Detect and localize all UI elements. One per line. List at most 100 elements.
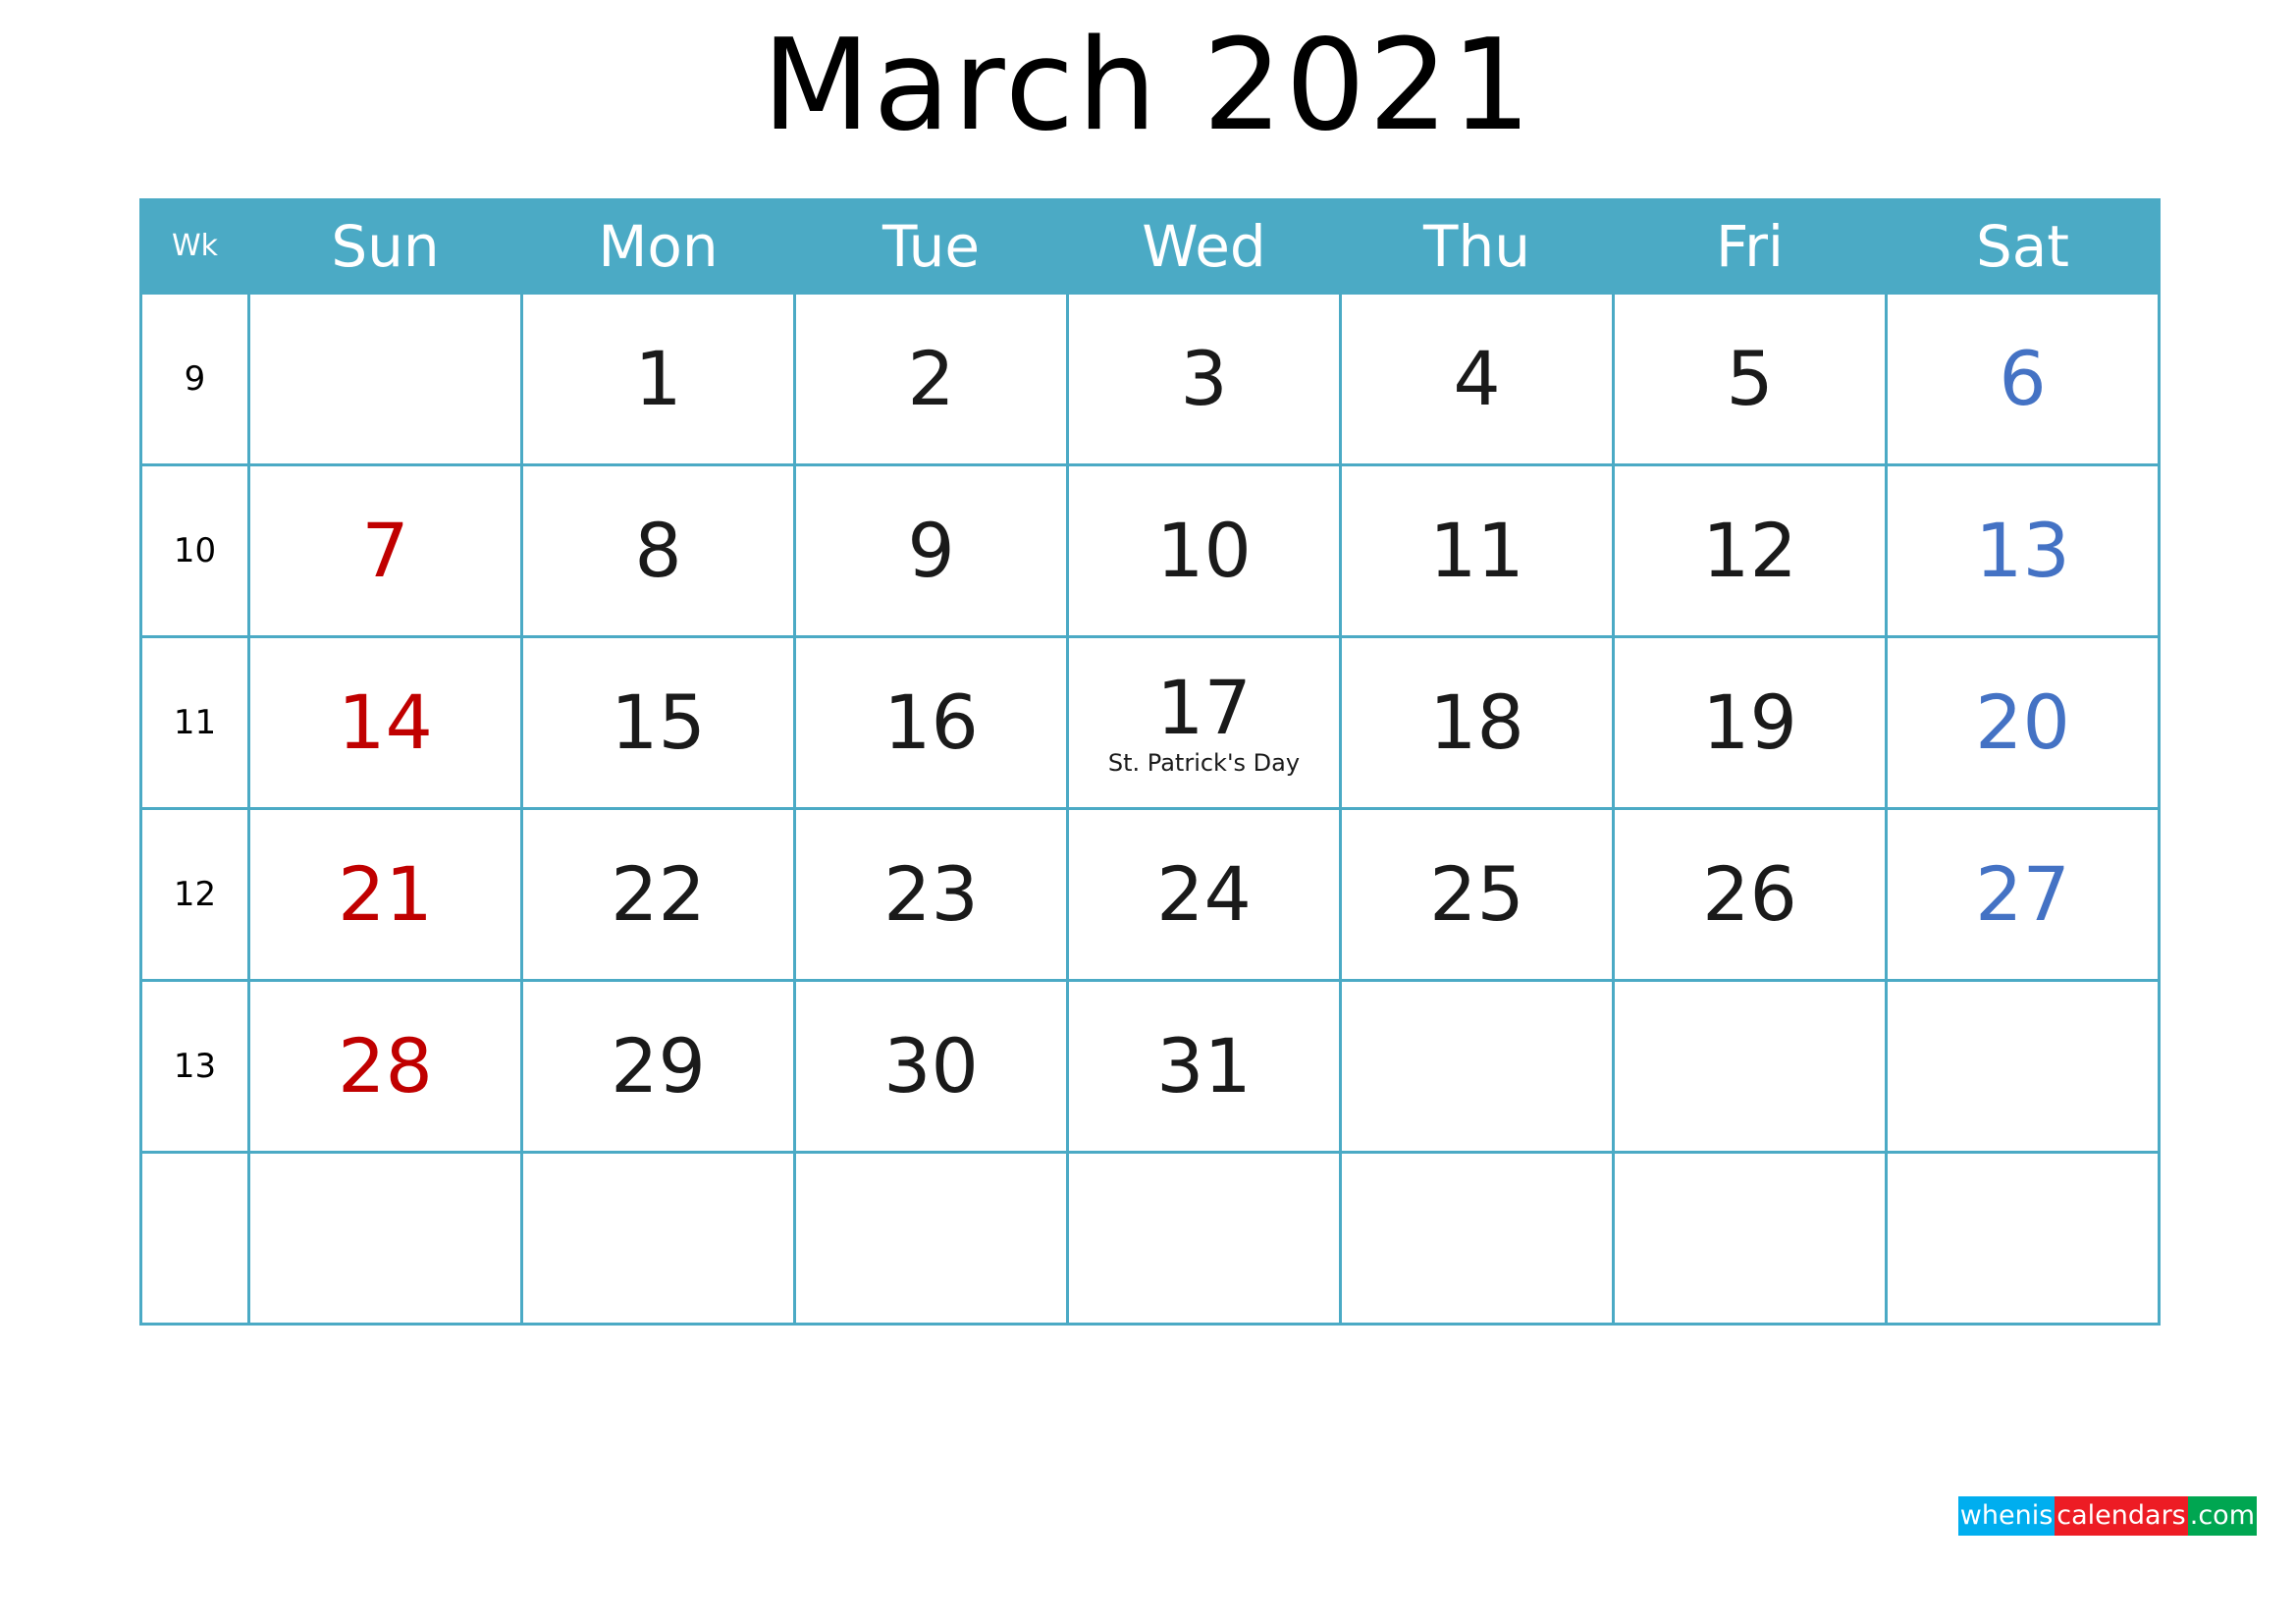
day-cell-content: 6 <box>1888 295 2158 463</box>
day-cell-content: 9 <box>796 466 1066 635</box>
calendar-week-row: 9 1 2 3 4 5 6 <box>139 292 2161 466</box>
day-cell-fri[interactable]: 12 <box>1612 463 1888 638</box>
day-event-label: St. Patrick's Day <box>1107 749 1301 777</box>
week-number-cell: 13 <box>139 979 250 1154</box>
day-cell-content: 23 <box>796 810 1066 979</box>
day-cell-sun[interactable]: 28 <box>247 979 523 1154</box>
day-number: 30 <box>883 1022 979 1110</box>
day-number: 14 <box>338 678 433 766</box>
day-cell-tue[interactable]: 16 <box>793 635 1069 810</box>
day-number: 3 <box>1180 335 1228 422</box>
day-number: 7 <box>361 507 409 594</box>
day-cell-thu[interactable] <box>1339 979 1615 1154</box>
day-cell-content: 8 <box>523 466 793 635</box>
day-cell-tue[interactable]: 23 <box>793 807 1069 982</box>
day-cell-content: 21 <box>250 810 520 979</box>
day-cell-thu[interactable] <box>1339 1151 1615 1326</box>
day-cell-content: 5 <box>1615 295 1885 463</box>
day-cell-thu[interactable]: 11 <box>1339 463 1615 638</box>
day-cell-thu[interactable]: 18 <box>1339 635 1615 810</box>
day-cell-tue[interactable]: 9 <box>793 463 1069 638</box>
week-number-cell <box>139 1151 250 1326</box>
day-cell-content: 22 <box>523 810 793 979</box>
day-number: 31 <box>1156 1022 1252 1110</box>
day-cell-wed[interactable] <box>1066 1151 1342 1326</box>
day-number: 18 <box>1429 678 1524 766</box>
day-cell-sun[interactable]: 21 <box>247 807 523 982</box>
day-cell-sat[interactable] <box>1885 1151 2161 1326</box>
calendar-body: 9 1 2 3 4 5 6 10 7 8 9 10 11 12 13 11 14 15 16 17 St. Patric… <box>139 292 2161 1326</box>
day-cell-sat[interactable]: 20 <box>1885 635 2161 810</box>
calendar-grid: Wk Sun Mon Tue Wed Thu Fri Sat 9 1 2 3 4 5 6 10… <box>139 198 2161 1326</box>
day-cell-fri[interactable]: 26 <box>1612 807 1888 982</box>
day-cell-content: 20 <box>1888 638 2158 807</box>
day-cell-content: 10 <box>1069 466 1339 635</box>
day-number: 15 <box>611 678 706 766</box>
day-number: 11 <box>1429 507 1524 594</box>
day-cell-mon[interactable]: 8 <box>520 463 796 638</box>
calendar-week-row: 13 28 29 30 31 <box>139 979 2161 1154</box>
day-cell-fri[interactable]: 19 <box>1612 635 1888 810</box>
day-cell-tue[interactable]: 30 <box>793 979 1069 1154</box>
day-cell-sun[interactable]: 7 <box>247 463 523 638</box>
day-number: 21 <box>338 850 433 938</box>
day-number: 1 <box>634 335 682 422</box>
day-cell-mon[interactable]: 15 <box>520 635 796 810</box>
day-number: 2 <box>907 335 955 422</box>
day-cell-tue[interactable]: 2 <box>793 292 1069 466</box>
day-cell-tue[interactable] <box>793 1151 1069 1326</box>
header-day-sat: Sat <box>1885 198 2161 295</box>
day-cell-wed[interactable]: 31 <box>1066 979 1342 1154</box>
day-number: 20 <box>1975 678 2070 766</box>
day-cell-content: 30 <box>796 982 1066 1151</box>
day-cell-sun[interactable] <box>247 1151 523 1326</box>
day-number: 25 <box>1429 850 1524 938</box>
day-cell-sun[interactable] <box>247 292 523 466</box>
header-day-thu: Thu <box>1339 198 1615 295</box>
day-number: 23 <box>883 850 979 938</box>
day-cell-content: 11 <box>1342 466 1612 635</box>
day-cell-sat[interactable] <box>1885 979 2161 1154</box>
day-cell-sat[interactable]: 27 <box>1885 807 2161 982</box>
logo-part-calendars: calendars <box>2055 1496 2188 1536</box>
header-day-sun: Sun <box>247 198 523 295</box>
day-cell-mon[interactable] <box>520 1151 796 1326</box>
calendar-week-row: 12 21 22 23 24 25 26 27 <box>139 807 2161 982</box>
day-cell-wed[interactable]: 17 St. Patrick's Day <box>1066 635 1342 810</box>
day-cell-mon[interactable]: 1 <box>520 292 796 466</box>
day-cell-wed[interactable]: 10 <box>1066 463 1342 638</box>
day-cell-content: 13 <box>1888 466 2158 635</box>
day-number: 27 <box>1975 850 2070 938</box>
site-logo[interactable]: whenis calendars .com <box>1957 1496 2257 1536</box>
day-cell-fri[interactable]: 5 <box>1612 292 1888 466</box>
day-cell-sat[interactable]: 6 <box>1885 292 2161 466</box>
day-cell-content: 3 <box>1069 295 1339 463</box>
day-cell-fri[interactable] <box>1612 979 1888 1154</box>
logo-part-com: .com <box>2187 1496 2257 1536</box>
day-cell-mon[interactable]: 22 <box>520 807 796 982</box>
day-cell-sat[interactable]: 13 <box>1885 463 2161 638</box>
header-week-number: Wk <box>139 198 250 295</box>
day-cell-content: 31 <box>1069 982 1339 1151</box>
day-cell-mon[interactable]: 29 <box>520 979 796 1154</box>
calendar-week-row: 10 7 8 9 10 11 12 13 <box>139 463 2161 638</box>
day-cell-fri[interactable] <box>1612 1151 1888 1326</box>
day-cell-thu[interactable]: 25 <box>1339 807 1615 982</box>
header-day-wed: Wed <box>1066 198 1342 295</box>
day-number: 17 <box>1156 664 1252 751</box>
day-cell-content: 12 <box>1615 466 1885 635</box>
day-cell-content: 19 <box>1615 638 1885 807</box>
day-cell-wed[interactable]: 3 <box>1066 292 1342 466</box>
week-number-cell: 12 <box>139 807 250 982</box>
day-number: 24 <box>1156 850 1252 938</box>
logo-part-whenis: whenis <box>1957 1496 2056 1536</box>
day-number: 19 <box>1702 678 1797 766</box>
day-cell-thu[interactable]: 4 <box>1339 292 1615 466</box>
day-cell-wed[interactable]: 24 <box>1066 807 1342 982</box>
day-cell-sun[interactable]: 14 <box>247 635 523 810</box>
week-number-cell: 11 <box>139 635 250 810</box>
day-number: 6 <box>1999 335 2047 422</box>
calendar-week-row <box>139 1151 2161 1326</box>
day-number: 13 <box>1975 507 2070 594</box>
day-number: 29 <box>611 1022 706 1110</box>
